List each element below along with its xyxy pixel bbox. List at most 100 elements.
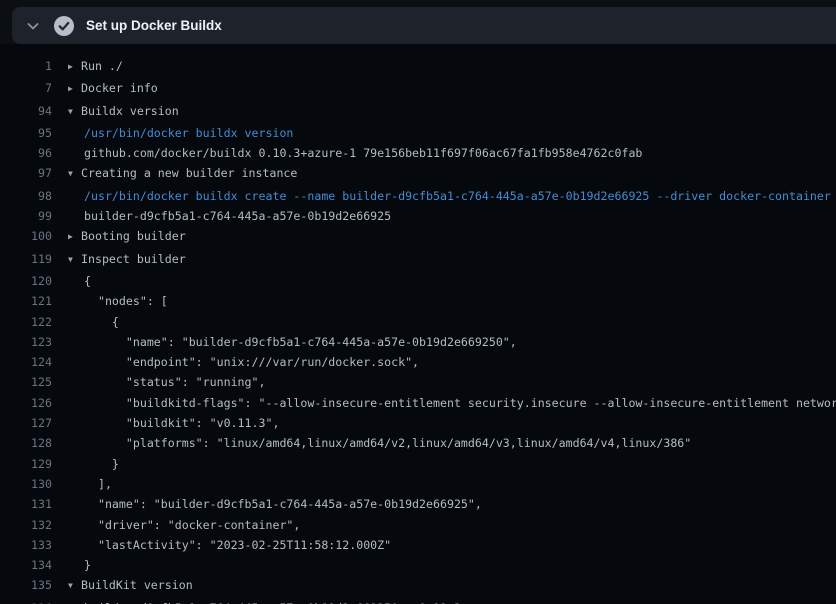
line-number-link[interactable]: 100	[0, 226, 52, 248]
log-group-row: 119 ▼ Inspect builder	[0, 249, 836, 271]
log-output-text: "endpoint": "unix:///var/run/docker.sock…	[84, 352, 419, 372]
log-output-text: "platforms": "linux/amd64,linux/amd64/v2…	[84, 433, 691, 453]
log-line: 134}	[0, 555, 836, 575]
log-output-text: builder-d9cfb5a1-c764-445a-a57e-0b19d2e6…	[84, 206, 391, 226]
log-line: 126 "buildkitd-flags": "--allow-insecure…	[0, 393, 836, 413]
line-number-link[interactable]: 120	[0, 271, 52, 291]
triangle-down-icon: ▼	[68, 576, 76, 596]
line-number-link[interactable]: 122	[0, 312, 52, 332]
chevron-down-icon[interactable]	[20, 13, 46, 39]
log-line: 136 builder-d9cfb5a1-c764-445a-a57e-0b19d…	[0, 598, 836, 604]
triangle-down-icon: ▼	[68, 250, 76, 270]
line-number-link[interactable]: 99	[0, 206, 52, 226]
log-output-text: "nodes": [	[84, 291, 168, 311]
triangle-down-icon: ▼	[68, 164, 76, 184]
log-output-text: }	[84, 454, 119, 474]
check-circle-icon	[54, 16, 74, 36]
log-output-text: "buildkitd-flags": "--allow-insecure-ent…	[84, 393, 836, 413]
log-line: 99 builder-d9cfb5a1-c764-445a-a57e-0b19d2…	[0, 206, 836, 226]
log-group-row: 7 ▶ Docker info	[0, 78, 836, 100]
line-number-link[interactable]: 94	[0, 101, 52, 123]
log-command-text: /usr/bin/docker buildx version	[84, 123, 293, 143]
line-number-link[interactable]: 98	[0, 186, 52, 206]
line-number-link[interactable]: 135	[0, 575, 52, 597]
log-line: 96 github.com/docker/buildx 0.10.3+azure-…	[0, 143, 836, 163]
log-output-text: github.com/docker/buildx 0.10.3+azure-1 …	[84, 143, 642, 163]
log-group-row: 94 ▼ Buildx version	[0, 101, 836, 123]
step-header[interactable]: Set up Docker Buildx	[12, 7, 836, 44]
line-number-link[interactable]: 134	[0, 555, 52, 575]
log-output-text: {	[84, 271, 91, 291]
log-line: 133 "lastActivity": "2023-02-25T11:58:12…	[0, 535, 836, 555]
line-number-link[interactable]: 124	[0, 352, 52, 372]
line-number-link[interactable]: 132	[0, 515, 52, 535]
log-line: 132 "driver": "docker-container",	[0, 515, 836, 535]
log-line: 124 "endpoint": "unix:///var/run/docker.…	[0, 352, 836, 372]
log-line: 131 "name": "builder-d9cfb5a1-c764-445a-…	[0, 494, 836, 514]
line-number-link[interactable]: 97	[0, 163, 52, 185]
log-group-row: 135 ▼ BuildKit version	[0, 575, 836, 597]
log-group-label: Inspect builder	[81, 252, 186, 266]
log-line: 125 "status": "running",	[0, 372, 836, 392]
line-number-link[interactable]: 123	[0, 332, 52, 352]
log-group-toggle[interactable]: ▶ Docker info	[68, 78, 158, 100]
line-number-link[interactable]: 126	[0, 393, 52, 413]
line-number-link[interactable]: 131	[0, 494, 52, 514]
triangle-right-icon: ▶	[68, 57, 76, 77]
line-number-link[interactable]: 128	[0, 433, 52, 453]
log-group-label: Creating a new builder instance	[81, 166, 297, 180]
log-output-text: }	[84, 555, 91, 575]
log-area: 1 ▶ Run ./ 7 ▶ Docker info 94 ▼ Buildx version 95…	[0, 44, 836, 604]
log-output-text: "name": "builder-d9cfb5a1-c764-445a-a57e…	[84, 494, 482, 514]
log-output-text: {	[84, 312, 119, 332]
log-output-text: ],	[84, 474, 112, 494]
line-number-link[interactable]: 127	[0, 413, 52, 433]
log-command-text: /usr/bin/docker buildx create --name bui…	[84, 186, 831, 206]
log-output-text: "buildkit": "v0.11.3",	[84, 413, 279, 433]
log-group-toggle[interactable]: ▶ Booting builder	[68, 226, 186, 248]
line-number-link[interactable]: 125	[0, 372, 52, 392]
log-group-label: Booting builder	[81, 229, 186, 243]
line-number-link[interactable]: 136	[0, 598, 52, 604]
log-line: 120 {	[0, 271, 836, 291]
log-output-text: "driver": "docker-container",	[84, 515, 300, 535]
log-line: 129 }	[0, 454, 836, 474]
triangle-right-icon: ▶	[68, 227, 76, 247]
line-number-link[interactable]: 119	[0, 249, 52, 271]
line-number-link[interactable]: 7	[0, 78, 52, 100]
log-line: 98/usr/bin/docker buildx create --name b…	[0, 186, 836, 206]
triangle-right-icon: ▶	[68, 79, 76, 99]
log-group-row: 1 ▶ Run ./	[0, 56, 836, 78]
log-group-row: 100 ▶ Booting builder	[0, 226, 836, 248]
log-line: 128 "platforms": "linux/amd64,linux/amd6…	[0, 433, 836, 453]
log-output-text: "lastActivity": "2023-02-25T11:58:12.000…	[84, 535, 391, 555]
step-title: Set up Docker Buildx	[86, 18, 222, 33]
log-group-label: BuildKit version	[81, 578, 193, 592]
log-line: 121 "nodes": [	[0, 291, 836, 311]
log-output-text: "name": "builder-d9cfb5a1-c764-445a-a57e…	[84, 332, 517, 352]
line-number-link[interactable]: 95	[0, 123, 52, 143]
log-line: 95/usr/bin/docker buildx version	[0, 123, 836, 143]
line-number-link[interactable]: 121	[0, 291, 52, 311]
log-group-label: Run ./	[81, 59, 123, 73]
line-number-link[interactable]: 1	[0, 56, 52, 78]
line-number-link[interactable]: 130	[0, 474, 52, 494]
line-number-link[interactable]: 133	[0, 535, 52, 555]
line-number-link[interactable]: 129	[0, 454, 52, 474]
log-group-toggle[interactable]: ▼ Buildx version	[68, 101, 179, 123]
log-group-toggle[interactable]: ▶ Run ./	[68, 56, 123, 78]
log-group-label: Docker info	[81, 81, 158, 95]
log-group-toggle[interactable]: ▼ BuildKit version	[68, 575, 193, 597]
log-group-toggle[interactable]: ▼ Creating a new builder instance	[68, 163, 297, 185]
log-lines: 1 ▶ Run ./ 7 ▶ Docker info 94 ▼ Buildx version 95…	[0, 56, 836, 604]
log-line: 127 "buildkit": "v0.11.3",	[0, 413, 836, 433]
log-group-label: Buildx version	[81, 104, 179, 118]
log-output-text: builder-d9cfb5a1-c764-445a-a57e-0b19d2e6…	[84, 598, 461, 604]
line-number-link[interactable]: 96	[0, 143, 52, 163]
log-group-toggle[interactable]: ▼ Inspect builder	[68, 249, 186, 271]
log-group-row: 97 ▼ Creating a new builder instance	[0, 163, 836, 185]
log-line: 130 ],	[0, 474, 836, 494]
log-line: 123 "name": "builder-d9cfb5a1-c764-445a-…	[0, 332, 836, 352]
log-line: 122 {	[0, 312, 836, 332]
triangle-down-icon: ▼	[68, 102, 76, 122]
